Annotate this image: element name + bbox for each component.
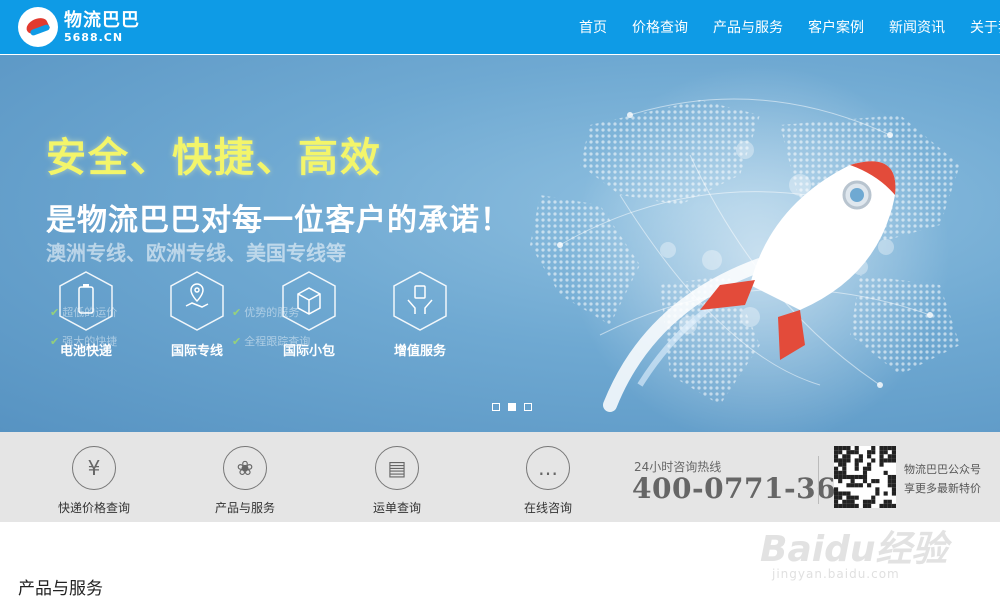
banner-routes: 澳洲专线、欧洲专线、美国专线等 — [46, 241, 346, 265]
yen-icon: ¥ — [72, 446, 116, 490]
quick-waybill[interactable]: ▤ 运单查询 — [347, 446, 447, 516]
quick-price-query[interactable]: ¥ 快递价格查询 — [44, 446, 144, 516]
section-title: 产品与服务 — [18, 579, 103, 599]
nav-about[interactable]: 关于我们 — [970, 17, 1000, 37]
feature-label: 增值服务 — [393, 344, 446, 359]
quick-label: 产品与服务 — [214, 501, 275, 515]
banner-subline: 是物流巴巴对每一位客户的承诺！ — [46, 203, 511, 238]
quick-label: 在线咨询 — [523, 501, 572, 515]
hero-banner[interactable]: 安全、快捷、高效 是物流巴巴对每一位客户的承诺！ 澳洲专线、欧洲专线、美国专线等… — [0, 55, 1000, 432]
slide-dot-2[interactable] — [508, 403, 516, 411]
baidu-watermark: Baidu经验 — [760, 529, 948, 570]
chat-icon: … — [526, 446, 570, 490]
slide-dot-1[interactable] — [492, 403, 500, 411]
feature-label: 电池快递 — [59, 344, 112, 359]
feature-intl-parcel[interactable]: 国际小包 — [269, 270, 349, 359]
wechat-line-2: 享更多最新特价 — [904, 482, 981, 495]
waybill-icon: ▤ — [375, 446, 419, 490]
wechat-line-1: 物流巴巴公众号 — [904, 463, 981, 476]
nav-price-query[interactable]: 价格查询 — [632, 17, 688, 37]
logo-name: 物流巴巴 — [64, 9, 140, 31]
nav-home[interactable]: 首页 — [579, 17, 607, 37]
nav-news[interactable]: 新闻资讯 — [889, 17, 945, 37]
wechat-promo: 物流巴巴公众号 享更多最新特价 — [904, 460, 981, 498]
divider — [818, 456, 819, 504]
map-pin-icon — [185, 283, 209, 308]
hotline-number[interactable]: 400-0771-365 — [632, 472, 856, 505]
feature-value-added[interactable]: 增值服务 — [380, 270, 460, 359]
feature-label: 国际专线 — [170, 344, 223, 359]
site-header: 物流巴巴 5688.CN 首页 价格查询 产品与服务 客户案例 新闻资讯 关于我… — [0, 0, 1000, 54]
logo-bird-icon — [18, 7, 58, 47]
feature-battery[interactable]: 电池快递 — [46, 270, 126, 359]
quick-label: 快递价格查询 — [57, 501, 130, 515]
baidu-watermark-url: jingyan.baidu.com — [772, 567, 900, 581]
hands-icon — [407, 285, 433, 314]
battery-icon — [78, 286, 94, 314]
feature-intl-line[interactable]: 国际专线 — [157, 270, 237, 359]
nav-products[interactable]: 产品与服务 — [713, 17, 783, 37]
quick-products[interactable]: ❀ 产品与服务 — [195, 446, 295, 516]
grid-icon: ❀ — [223, 446, 267, 490]
main-nav: 首页 价格查询 产品与服务 客户案例 新闻资讯 关于我们 — [566, 0, 1000, 54]
quick-label: 运单查询 — [372, 501, 421, 515]
qr-code-icon[interactable] — [834, 446, 896, 508]
logo[interactable]: 物流巴巴 5688.CN — [18, 6, 140, 48]
slide-indicators — [492, 403, 540, 411]
feature-label: 国际小包 — [282, 344, 335, 359]
quick-online-chat[interactable]: … 在线咨询 — [498, 446, 598, 516]
nav-cases[interactable]: 客户案例 — [808, 17, 864, 37]
logo-domain: 5688.CN — [64, 30, 124, 44]
banner-headline: 安全、快捷、高效 — [46, 135, 382, 181]
package-icon — [297, 287, 321, 315]
slide-dot-3[interactable] — [524, 403, 532, 411]
